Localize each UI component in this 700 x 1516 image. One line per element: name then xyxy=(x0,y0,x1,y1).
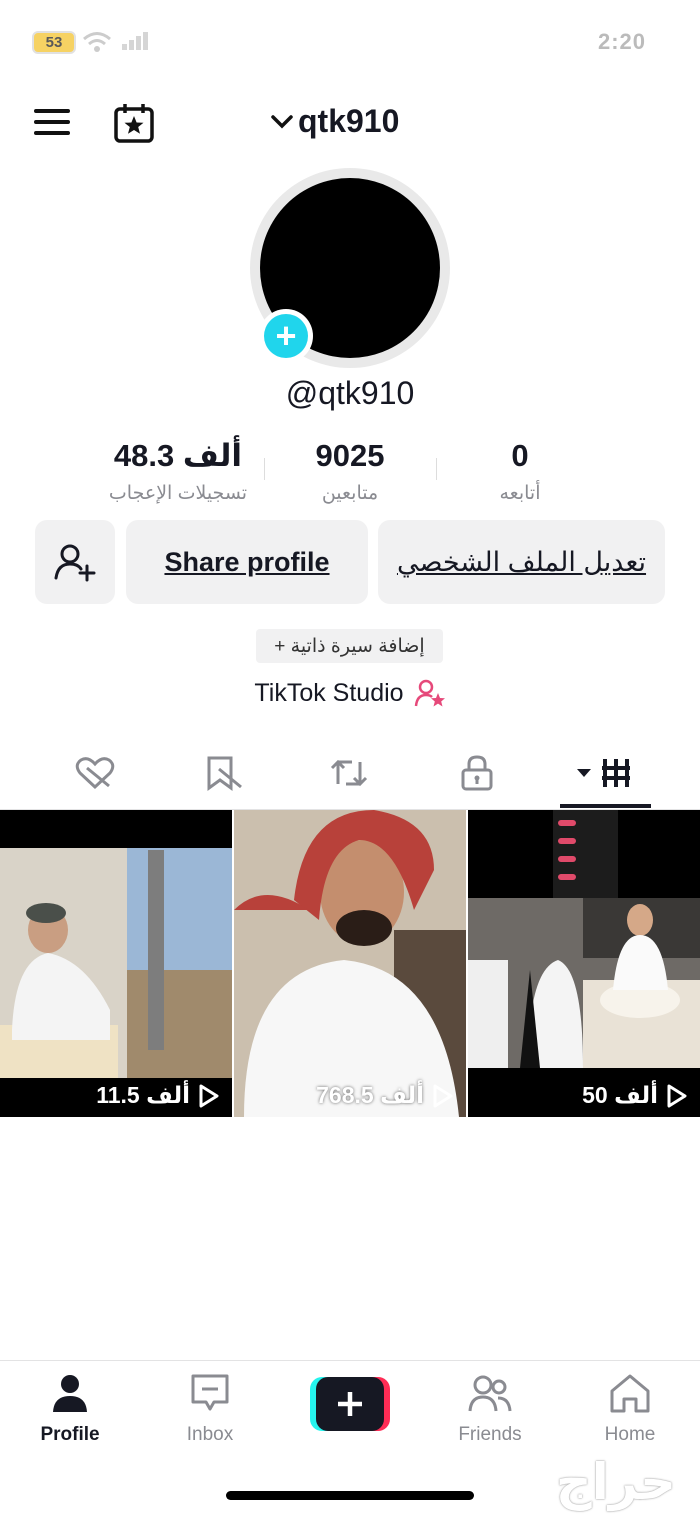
nav-home-label: Home xyxy=(604,1424,656,1445)
add-person-icon xyxy=(54,544,96,582)
create-button[interactable] xyxy=(310,1377,390,1431)
friends-icon xyxy=(468,1375,512,1412)
chevron-down-icon xyxy=(271,114,293,128)
menu-icon[interactable] xyxy=(34,107,72,137)
watermark-logo: حراج xyxy=(555,1454,676,1510)
divider xyxy=(436,458,437,480)
video-thumbnail-image xyxy=(468,810,700,1068)
tab-favorites[interactable] xyxy=(198,748,248,798)
account-switcher[interactable]: qtk910 xyxy=(270,103,399,140)
play-icon xyxy=(199,1084,219,1107)
video-thumbnail-image xyxy=(234,810,466,1117)
stat-followers-value: 9025 xyxy=(315,438,385,473)
tab-videos[interactable] xyxy=(572,748,636,798)
active-tab-indicator xyxy=(560,804,651,808)
view-count: 11.5 ألف xyxy=(96,1082,220,1109)
stat-likes[interactable]: 48.3 ألف تسجيلات الإعجاب xyxy=(98,438,258,505)
stat-likes-value: 48.3 ألف xyxy=(113,438,243,473)
nav-inbox[interactable]: Inbox xyxy=(150,1373,270,1446)
view-count-label: 11.5 ألف xyxy=(96,1082,190,1108)
stat-followers[interactable]: 9025 متابعين xyxy=(290,438,410,505)
home-indicator xyxy=(226,1491,474,1500)
header-username: qtk910 xyxy=(298,103,400,139)
tab-liked[interactable] xyxy=(70,748,120,798)
tiktok-studio-label: TikTok Studio xyxy=(254,678,404,707)
repost-icon xyxy=(330,759,368,787)
view-count: 768.5 ألف xyxy=(316,1082,454,1109)
video-grid: 11.5 ألف 768.5 ألف 50 ألف xyxy=(0,810,700,1118)
add-bio-button[interactable]: + إضافة سيرة ذاتية xyxy=(256,629,443,663)
nav-profile-label: Profile xyxy=(40,1424,100,1445)
stat-likes-label: تسجيلات الإعجاب xyxy=(108,483,248,504)
plus-icon: + xyxy=(264,314,308,358)
stat-following[interactable]: 0 أتابعه xyxy=(470,438,570,505)
profile-handle: @qtk910 xyxy=(285,375,415,411)
inbox-icon xyxy=(191,1374,229,1411)
nav-friends-label: Friends xyxy=(458,1424,522,1445)
stat-following-value: 0 xyxy=(511,438,529,473)
view-count-label: 768.5 ألف xyxy=(316,1082,424,1108)
wifi-icon xyxy=(83,32,111,52)
content-tabs xyxy=(0,740,700,810)
person-star-icon xyxy=(414,679,445,707)
play-icon xyxy=(667,1084,687,1107)
battery-indicator: 53 xyxy=(32,31,76,54)
video-thumbnail[interactable]: 11.5 ألف xyxy=(0,810,232,1117)
edit-profile-button[interactable]: تعديل الملف الشخصي xyxy=(378,520,665,604)
status-time: 2:20 xyxy=(597,29,646,54)
signal-icon xyxy=(122,32,148,50)
nav-home[interactable]: Home xyxy=(570,1373,690,1446)
home-icon xyxy=(610,1374,650,1413)
profile-stats: 48.3 ألف تسجيلات الإعجاب 9025 متابعين 0 … xyxy=(0,438,700,518)
grid-dropdown-icon xyxy=(577,759,630,787)
video-thumbnail[interactable]: 768.5 ألف xyxy=(234,810,466,1117)
person-icon xyxy=(53,1375,87,1412)
nav-profile[interactable]: Profile xyxy=(10,1373,130,1446)
heart-hidden-icon xyxy=(75,757,115,790)
nav-friends[interactable]: Friends xyxy=(430,1373,550,1446)
bookmark-hidden-icon xyxy=(207,756,242,791)
view-count: 50 ألف xyxy=(582,1082,688,1109)
tab-reposts[interactable] xyxy=(324,748,374,798)
stat-followers-label: متابعين xyxy=(321,483,379,504)
divider xyxy=(264,458,265,480)
calendar-star-icon[interactable] xyxy=(112,103,156,143)
lock-icon xyxy=(461,755,493,791)
add-avatar-button[interactable]: + xyxy=(259,309,313,363)
add-friends-button[interactable] xyxy=(35,520,115,604)
share-profile-button[interactable]: Share profile xyxy=(126,520,368,604)
profile-header: qtk910 xyxy=(0,95,700,155)
status-bar: 53 2:20 xyxy=(0,0,700,80)
nav-inbox-label: Inbox xyxy=(186,1424,234,1445)
video-thumbnail[interactable]: 50 ألف xyxy=(468,810,700,1117)
stat-following-label: أتابعه xyxy=(499,483,541,504)
tiktok-studio-link[interactable]: TikTok Studio xyxy=(0,678,700,708)
video-thumbnail-image xyxy=(0,848,232,1078)
tab-private[interactable] xyxy=(452,748,502,798)
view-count-label: 50 ألف xyxy=(582,1082,658,1108)
play-icon xyxy=(433,1084,453,1107)
